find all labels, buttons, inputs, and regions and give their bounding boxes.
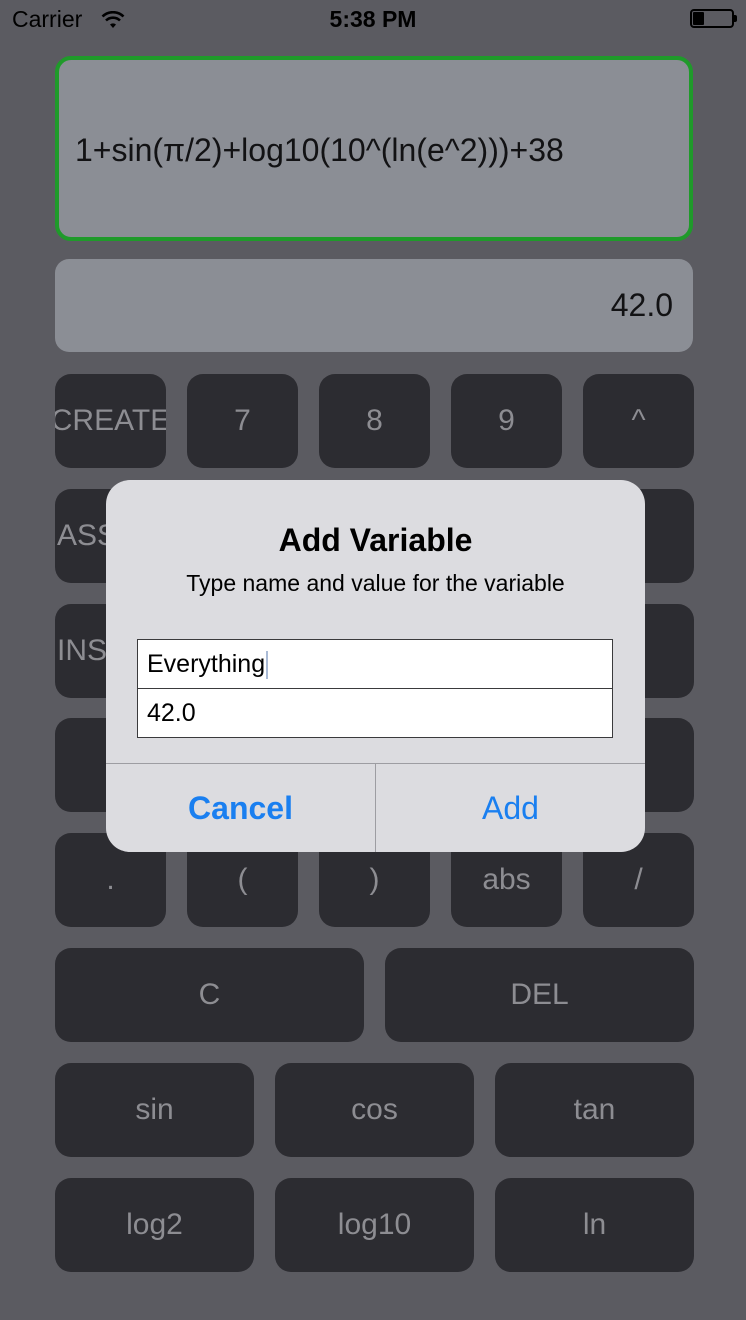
battery-icon [690, 9, 738, 28]
log10-key[interactable]: log10 [275, 1178, 474, 1272]
clock: 5:38 PM [329, 6, 417, 32]
variable-name-value: Everything [147, 650, 266, 678]
status-bar: Carrier 5:38 PM [0, 0, 746, 40]
sin-key[interactable]: sin [55, 1063, 254, 1157]
create-key[interactable]: CREATE [55, 374, 166, 468]
cos-key[interactable]: cos [275, 1063, 474, 1157]
seven-key[interactable]: 7 [187, 374, 298, 468]
delete-key[interactable]: DEL [385, 948, 694, 1042]
eight-key[interactable]: 8 [319, 374, 430, 468]
dialog-message: Type name and value for the variable [186, 570, 565, 596]
expression-text: 1+sin(π/2)+log10(10^(ln(e^2)))+38 [75, 132, 564, 168]
add-variable-dialog: Add Variable Type name and value for the… [106, 480, 645, 852]
clear-key[interactable]: C [55, 948, 364, 1042]
variable-value-field[interactable]: 42.0 [137, 688, 613, 738]
log2-key[interactable]: log2 [55, 1178, 254, 1272]
tan-key[interactable]: tan [495, 1063, 694, 1157]
cancel-button[interactable]: Cancel [106, 764, 375, 852]
expression-field[interactable]: 1+sin(π/2)+log10(10^(ln(e^2)))+38 [55, 56, 693, 241]
result-display: 42.0 [55, 259, 693, 352]
ln-key[interactable]: ln [495, 1178, 694, 1272]
variable-name-field[interactable]: Everything [137, 639, 613, 689]
power-key[interactable]: ^ [583, 374, 694, 468]
variable-value-text: 42.0 [147, 699, 196, 727]
add-button[interactable]: Add [376, 764, 645, 852]
nine-key[interactable]: 9 [451, 374, 562, 468]
text-cursor [266, 651, 269, 680]
result-text: 42.0 [610, 287, 673, 323]
dialog-title: Add Variable [278, 522, 473, 558]
